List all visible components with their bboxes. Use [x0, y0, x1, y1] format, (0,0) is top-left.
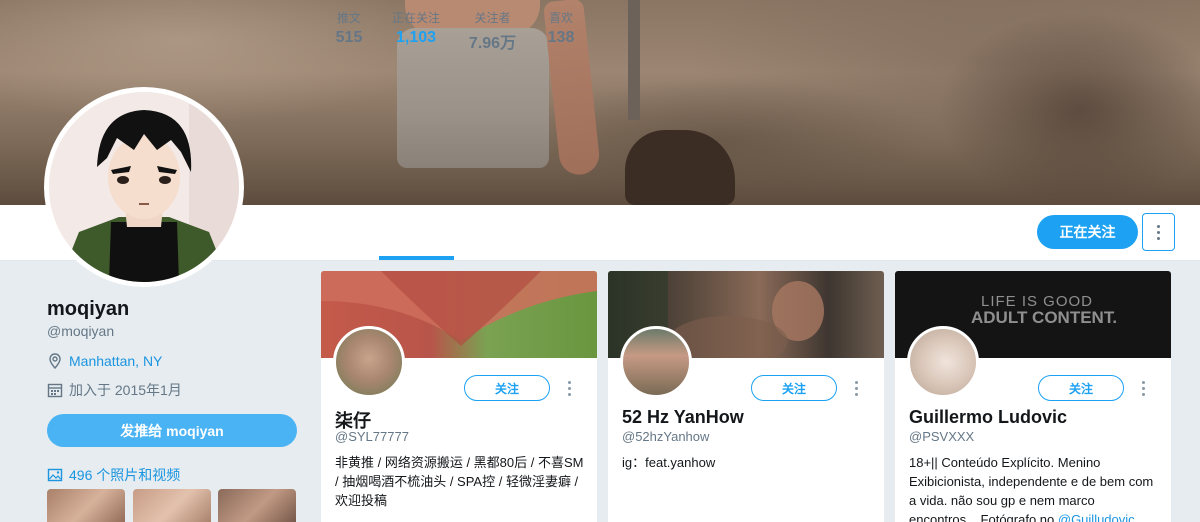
stat-following-label: 正在关注 [391, 11, 440, 25]
calendar-icon [47, 383, 63, 398]
user-card-bio: 18+|| Conteúdo Explícito. Menino Exibici… [909, 453, 1161, 522]
follow-button[interactable]: 关注 [1038, 375, 1124, 401]
user-card-avatar[interactable] [620, 326, 692, 398]
profile-joined-text: 加入于 2015年1月 [69, 382, 182, 398]
user-card-name[interactable]: Guillermo Ludovic [909, 407, 1067, 428]
tweet-to-button[interactable]: 发推给 moqiyan [47, 414, 297, 447]
card-more-button[interactable] [849, 379, 863, 397]
more-vertical-icon [1157, 224, 1160, 240]
stat-followers-label: 关注者 [474, 11, 511, 25]
media-thumbnail[interactable] [133, 489, 211, 522]
card-more-button[interactable] [562, 379, 576, 397]
stat-tweets-value: 515 [335, 29, 363, 46]
follow-button[interactable]: 关注 [751, 375, 837, 401]
user-card-name[interactable]: 52 Hz YanHow [622, 407, 744, 428]
anime-avatar-image [49, 92, 239, 282]
following-button[interactable]: 正在关注 [1037, 215, 1138, 249]
photos-videos-text[interactable]: 496 个照片和视频 [69, 465, 180, 485]
user-card-avatar[interactable] [333, 326, 405, 398]
user-card-handle[interactable]: @PSVXXX [909, 429, 974, 444]
card-more-button[interactable] [1136, 379, 1150, 397]
stat-tweets-label: 推文 [336, 11, 361, 25]
user-card[interactable]: 关注 52 Hz YanHow @52hzYanhow ig：feat.yanh… [608, 271, 884, 522]
more-vertical-icon [854, 380, 858, 396]
more-vertical-icon [567, 380, 571, 396]
stat-likes[interactable]: 喜欢 138 [541, 9, 581, 47]
location-pin-icon [49, 353, 61, 369]
bio-mention-link[interactable]: @Guilludovic [1058, 512, 1135, 522]
profile-location[interactable]: Manhattan, NY [47, 353, 162, 369]
more-vertical-icon [1141, 380, 1145, 396]
user-card-avatar[interactable] [907, 326, 979, 398]
stat-likes-label: 喜欢 [548, 11, 573, 25]
stat-likes-value: 138 [547, 29, 575, 46]
user-card[interactable]: LIFE IS GOOD ADULT CONTENT. 关注 Guillermo… [895, 271, 1171, 522]
profile-location-text[interactable]: Manhattan, NY [69, 353, 162, 369]
more-options-button[interactable] [1142, 213, 1175, 251]
profile-avatar[interactable] [44, 87, 244, 287]
user-card-handle[interactable]: @SYL77777 [335, 429, 409, 444]
profile-handle: @moqiyan [47, 323, 115, 339]
profile-name: moqiyan [47, 298, 130, 320]
photo-icon [47, 468, 63, 482]
active-tab-indicator [379, 256, 454, 260]
stat-tweets[interactable]: 推文 515 [329, 9, 369, 47]
photos-videos-link[interactable]: 496 个照片和视频 [47, 465, 180, 485]
stat-followers-value: 7.96万 [468, 35, 517, 52]
stat-following[interactable]: 正在关注 1,103 [386, 9, 446, 47]
user-card-bio: 非黄推 / 网络资源搬运 / 黑都80后 / 不喜SM / 抽烟喝酒不梳油头 /… [335, 455, 584, 508]
user-card-bio: ig：feat.yanhow [622, 455, 716, 470]
media-thumbnail[interactable] [47, 489, 125, 522]
stat-following-value: 1,103 [395, 29, 437, 46]
cover-text-line2: ADULT CONTENT. [971, 308, 1118, 327]
follow-button[interactable]: 关注 [464, 375, 550, 401]
media-thumbnail[interactable] [218, 489, 296, 522]
user-card-handle[interactable]: @52hzYanhow [622, 429, 709, 444]
stat-followers[interactable]: 关注者 7.96万 [464, 9, 521, 53]
user-card[interactable]: 关注 柒仔 @SYL77777 非黄推 / 网络资源搬运 / 黑都80后 / 不… [321, 271, 597, 522]
profile-joined: 加入于 2015年1月 [47, 380, 182, 400]
